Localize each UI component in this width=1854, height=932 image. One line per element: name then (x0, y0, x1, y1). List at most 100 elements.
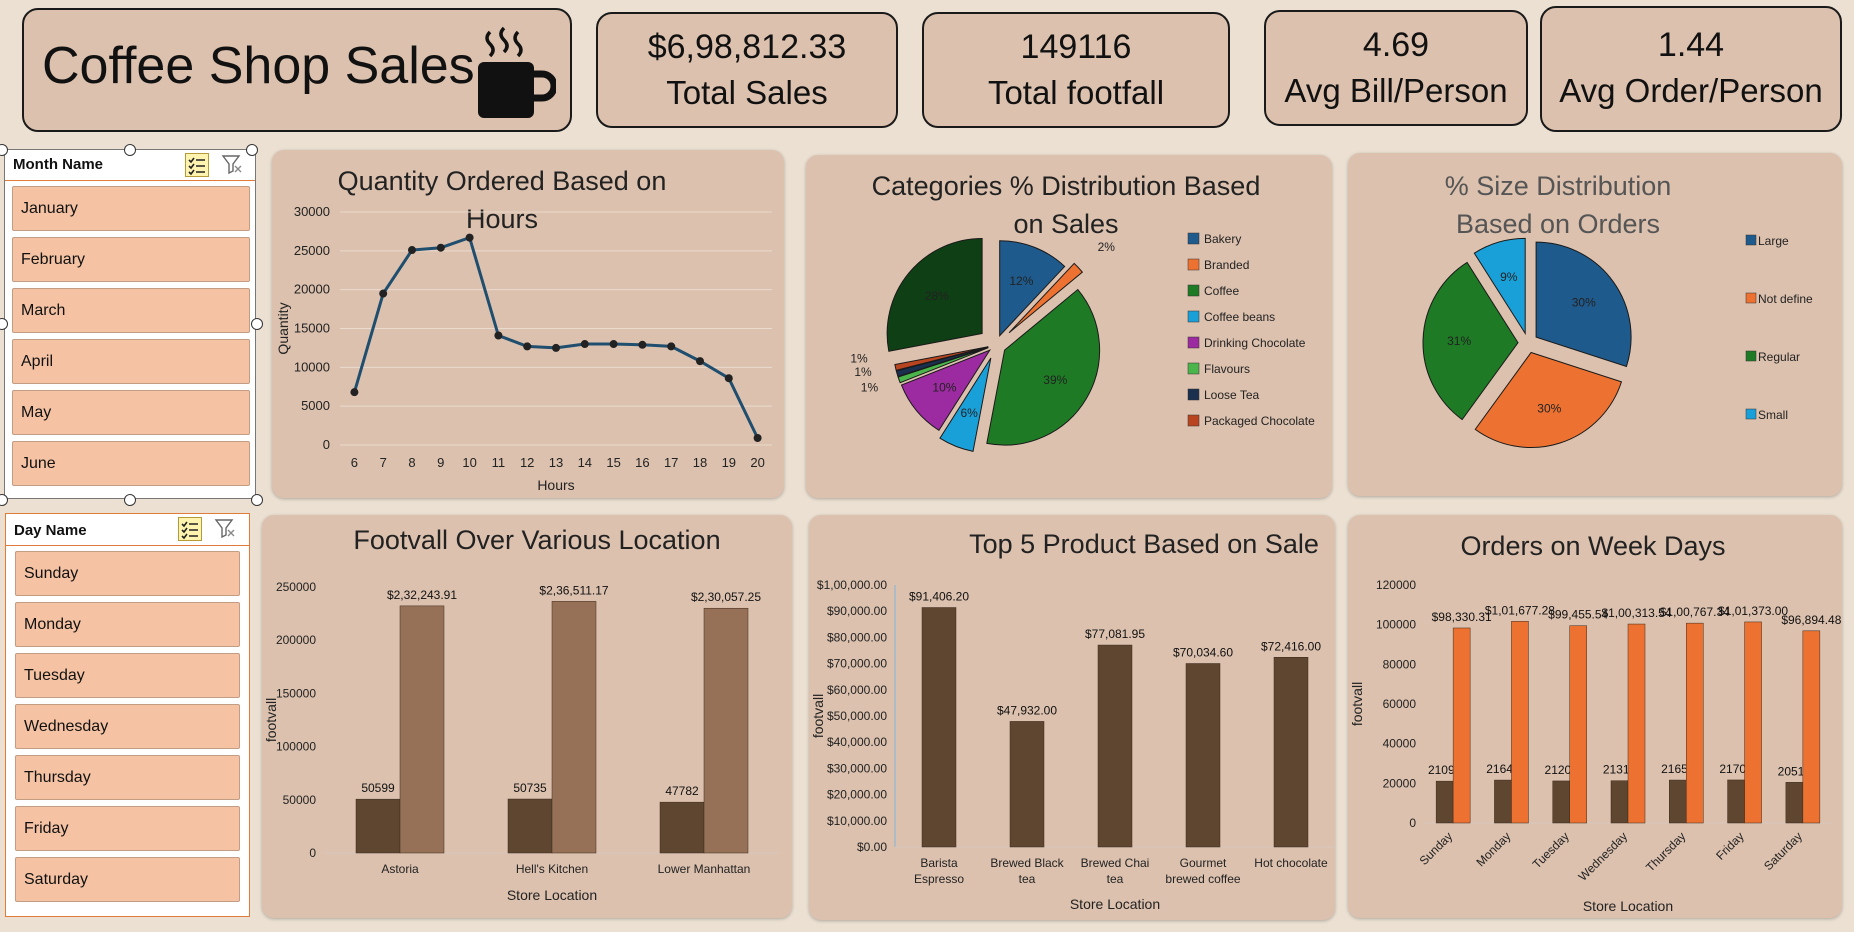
data-label: $2,30,057.25 (691, 590, 761, 604)
x-axis-title: Hours (537, 477, 574, 493)
legend-swatch (1187, 414, 1200, 427)
bar (1669, 779, 1687, 824)
day-slicer[interactable]: Day Name Sunday Monday Tuesday Wednesday… (5, 513, 250, 917)
x-tick-label: Wednesday (1576, 829, 1631, 884)
data-point (609, 340, 618, 349)
legend-label: Not define (1758, 292, 1813, 306)
data-label: 50735 (513, 781, 547, 795)
slicer-item-march[interactable]: March (12, 288, 250, 333)
bar (1785, 782, 1804, 824)
bar (703, 607, 749, 854)
pie-slice-label: 1% (850, 351, 868, 365)
kpi-total-sales: $6,98,812.33 Total Sales (596, 12, 898, 128)
slicer-item-may[interactable]: May (12, 390, 250, 435)
legend-label: Loose Tea (1204, 388, 1259, 402)
clear-filter-icon[interactable] (214, 517, 238, 541)
slicer-item-friday[interactable]: Friday (15, 806, 240, 851)
bar (921, 607, 957, 848)
pie-slice-label: 6% (960, 406, 978, 420)
resize-handle[interactable] (246, 144, 258, 156)
y-tick-label: $1,00,000.00 (817, 578, 887, 592)
y-tick-label: 80000 (1383, 657, 1417, 671)
legend-label: Branded (1204, 258, 1249, 272)
bar (1452, 627, 1471, 824)
resize-handle[interactable] (124, 494, 136, 506)
data-point (494, 331, 503, 340)
legend-label: Small (1758, 408, 1788, 422)
bar (1610, 780, 1629, 824)
y-tick-label: 15000 (294, 321, 330, 336)
kpi-avg-order: 1.44 Avg Order/Person (1540, 6, 1842, 132)
y-tick-label: $40,000.00 (827, 735, 887, 749)
data-label: 50599 (361, 781, 395, 795)
x-tick-label: Tuesday (1530, 829, 1572, 871)
kpi-value: $6,98,812.33 (647, 28, 847, 66)
data-point (638, 340, 647, 349)
y-tick-label: 25000 (294, 243, 330, 258)
data-point (552, 343, 560, 352)
bar (399, 605, 445, 854)
multi-select-icon[interactable] (185, 153, 209, 177)
legend-swatch (1745, 234, 1757, 246)
locations-bar-chart: 0 50000 100000 150000 200000 250000 50599 $2,32… (263, 580, 780, 903)
y-tick-label: 0 (1409, 816, 1416, 830)
slicer-item-april[interactable]: April (12, 339, 250, 384)
month-slicer[interactable]: Month Name January February March April … (4, 149, 256, 499)
panel-products: Top 5 Product Based on Sale $0.00 $10,000… (809, 515, 1335, 920)
bar (1185, 663, 1221, 848)
pie-slice-label: 9% (1500, 270, 1518, 284)
y-tick-label: 120000 (1376, 578, 1416, 592)
x-tick-label: 10 (462, 455, 476, 470)
slicer-item-january[interactable]: January (12, 186, 250, 231)
bar (1569, 625, 1587, 824)
x-tick-label: Sunday (1417, 829, 1456, 868)
x-tick-label: 16 (635, 455, 649, 470)
y-tick-label: 250000 (276, 580, 316, 594)
y-tick-label: 100000 (276, 740, 316, 754)
pie-slice-label: 30% (1537, 402, 1561, 416)
sizes-pie-chart: 30% 30% 31% 9% Large Not define Regular Small (1422, 234, 1813, 448)
data-label: $72,416.00 (1261, 639, 1321, 653)
legend-swatch (1187, 362, 1200, 375)
bar (1494, 779, 1512, 824)
data-point (724, 374, 733, 383)
slicer-item-sunday[interactable]: Sunday (15, 551, 240, 596)
slicer-item-february[interactable]: February (12, 237, 250, 282)
x-tick-label: Monday (1473, 829, 1513, 869)
resize-handle[interactable] (124, 144, 136, 156)
slicer-item-saturday[interactable]: Saturday (15, 857, 240, 902)
bar (659, 801, 705, 854)
data-point (465, 233, 474, 242)
resize-handle[interactable] (251, 494, 263, 506)
x-tick-label: Hot chocolate (1254, 856, 1328, 870)
slicer-item-wednesday[interactable]: Wednesday (15, 704, 240, 749)
x-tick-label: 6 (351, 455, 358, 470)
slicer-item-june[interactable]: June (12, 441, 250, 486)
clear-filter-icon[interactable] (221, 153, 245, 177)
y-tick-label: $10,000.00 (827, 814, 887, 828)
y-axis-title: footvall (1349, 682, 1365, 726)
resize-handle[interactable] (251, 318, 263, 330)
x-tick-label: tea (1107, 872, 1124, 886)
data-label: $2,32,243.91 (387, 588, 457, 602)
pie-slice-label: 10% (932, 381, 956, 395)
legend-swatch (1187, 388, 1200, 401)
slicer-item-thursday[interactable]: Thursday (15, 755, 240, 800)
dashboard-title: Coffee Shop Sales (42, 37, 475, 95)
title-card: Coffee Shop Sales (22, 8, 572, 132)
x-axis-title: Store Location (1070, 896, 1160, 912)
bar (1435, 780, 1454, 824)
slicer-item-monday[interactable]: Monday (15, 602, 240, 647)
x-tick-label: Astoria (381, 862, 419, 876)
resize-handle[interactable] (0, 494, 8, 506)
data-label: 47782 (665, 784, 699, 798)
categories-pie-chart: 12%2%39%6%10%1%1%1%28%BakeryBrandedCoffe… (850, 232, 1315, 452)
kpi-total-footfall: 149116 Total footfall (922, 12, 1230, 128)
legend-label: Large (1758, 234, 1789, 248)
y-tick-label: 50000 (283, 793, 317, 807)
data-point (580, 340, 589, 349)
slicer-item-tuesday[interactable]: Tuesday (15, 653, 240, 698)
multi-select-icon[interactable] (178, 517, 202, 541)
y-tick-label: $60,000.00 (827, 683, 887, 697)
legend-swatch (1745, 292, 1757, 304)
